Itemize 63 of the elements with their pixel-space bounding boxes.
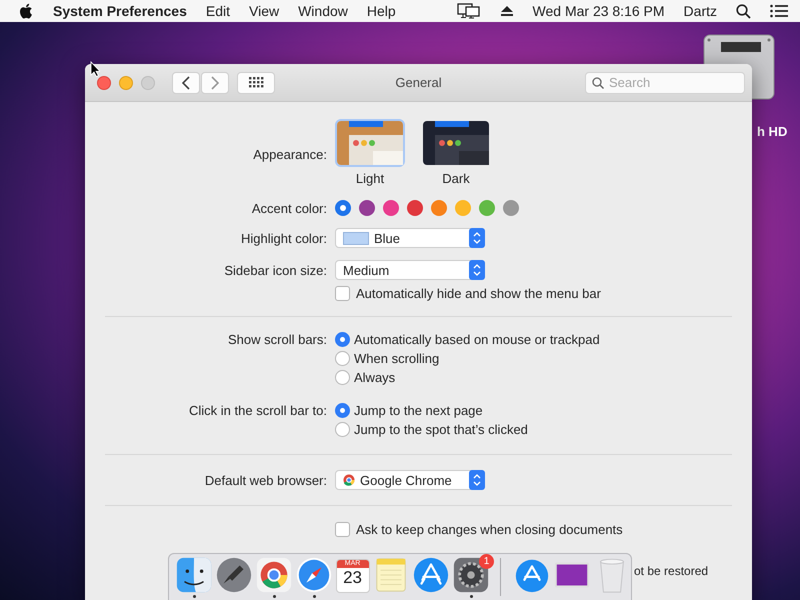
chevron-right-icon — [211, 76, 219, 90]
dropdown[interactable]: Google Chrome — [335, 470, 485, 490]
setting-label: Click in the scroll bar to: — [189, 403, 327, 418]
light-theme-thumbnail[interactable] — [335, 119, 405, 167]
gear-icon[interactable] — [452, 556, 490, 594]
finder-face-icon[interactable] — [175, 556, 213, 594]
chrome-icon[interactable] — [255, 556, 293, 594]
show-all-button[interactable] — [237, 72, 275, 94]
setting-label: Accent color: — [252, 200, 327, 216]
menu-icon[interactable] — [770, 4, 788, 18]
setting-label: Show scroll bars: — [228, 332, 327, 347]
accent-color-swatch[interactable] — [455, 200, 471, 216]
checkbox[interactable]: Ask to keep changes when closing documents — [335, 522, 623, 537]
menu-item[interactable]: Help — [366, 3, 396, 19]
radio-button[interactable]: Jump to the next page — [335, 403, 752, 418]
radio-button[interactable]: Jump to the spot that’s clicked — [335, 422, 752, 437]
theme-label: Light — [356, 171, 384, 186]
eject-icon[interactable] — [500, 5, 514, 17]
dropdown[interactable]: Blue — [335, 228, 485, 248]
display-icon[interactable] — [456, 3, 481, 19]
accent-color-swatch[interactable] — [359, 200, 375, 216]
radio-button[interactable]: Always — [335, 370, 752, 385]
search-icon — [592, 76, 604, 88]
close-button[interactable] — [97, 76, 111, 90]
color-swatch-icon — [343, 232, 369, 244]
compass-icon[interactable] — [295, 556, 333, 594]
radio-button[interactable]: When scrolling — [335, 351, 752, 366]
disk-label[interactable]: h HD — [757, 124, 788, 139]
dark-theme-thumbnail[interactable] — [421, 119, 491, 167]
dropdown[interactable]: Medium — [335, 260, 485, 280]
app-menu[interactable]: System Preferences — [53, 3, 187, 19]
browser-logo-icon — [343, 474, 355, 486]
window-title: General — [394, 75, 443, 90]
clock[interactable]: Wed Mar 23 8:16 PM — [532, 3, 665, 19]
menu-item[interactable]: View — [249, 3, 280, 19]
setting-label: Highlight color: — [241, 230, 327, 246]
cursor-icon — [90, 61, 100, 77]
accent-color-swatch[interactable] — [407, 200, 423, 216]
checkbox[interactable]: Automatically hide and show the menu bar — [335, 286, 601, 301]
theme-label: Dark — [442, 171, 470, 186]
radio-button[interactable]: Automatically based on mouse or trackpad — [335, 332, 752, 347]
accent-color-swatch[interactable] — [335, 200, 351, 216]
notification-badge: 1 — [479, 554, 494, 569]
setting-label: Sidebar icon size: — [224, 262, 327, 278]
setting-label: Default web browser: — [204, 472, 327, 488]
stepper-icon — [469, 470, 485, 490]
setting-label: Appearance: — [253, 147, 327, 162]
accent-color-swatch[interactable] — [479, 200, 495, 216]
accent-color-swatch[interactable] — [431, 200, 447, 216]
accent-color-swatch[interactable] — [383, 200, 399, 216]
stepper-icon — [469, 260, 485, 280]
grid-icon — [248, 77, 264, 88]
user-name[interactable]: Dartz — [684, 3, 717, 19]
setting-text: ot be restored — [634, 564, 710, 578]
stepper-icon — [469, 228, 485, 248]
menu-item[interactable]: Window — [298, 3, 348, 19]
chevron-left-icon — [182, 76, 190, 90]
menu-item[interactable]: Edit — [206, 3, 230, 19]
search-field[interactable]: Search — [585, 72, 745, 94]
accent-color-swatch[interactable] — [503, 200, 519, 216]
search-icon[interactable] — [736, 4, 751, 18]
back-button[interactable] — [172, 72, 200, 94]
apple-icon[interactable] — [20, 3, 34, 19]
